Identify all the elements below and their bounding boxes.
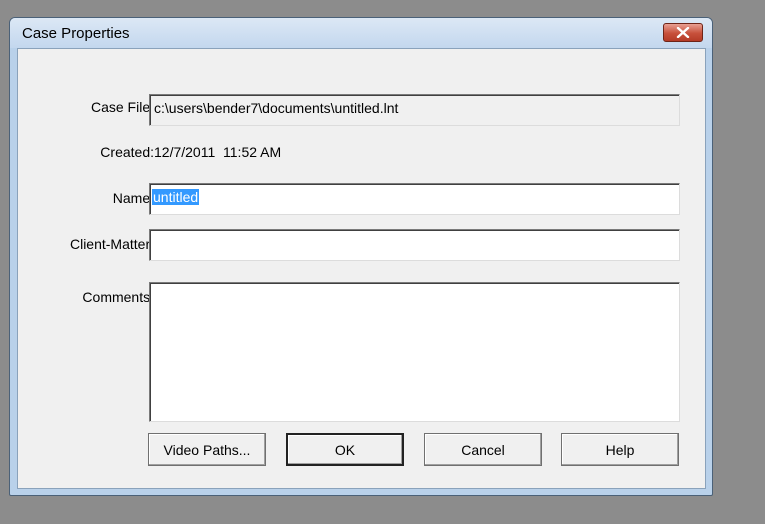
case-file-field: c:\users\bender7\documents\untitled.lnt	[149, 94, 680, 126]
cancel-button[interactable]: Cancel	[424, 433, 542, 466]
ok-button[interactable]: OK	[286, 433, 404, 466]
ok-label: OK	[334, 441, 356, 458]
created-value: 12/7/2011 11:52 AM	[154, 144, 282, 160]
client-matter-label: Client-Matter:	[69, 236, 154, 252]
case-file-label: Case File:	[90, 99, 154, 115]
video-paths-button[interactable]: Video Paths...	[148, 433, 266, 466]
client-matter-input[interactable]	[149, 229, 680, 261]
title-bar[interactable]: Case Properties	[10, 18, 712, 48]
case-file-value: c:\users\bender7\documents\untitled.lnt	[154, 100, 399, 116]
name-label: Name:	[112, 190, 154, 206]
close-x-icon	[676, 27, 690, 38]
case-properties-dialog: Case Properties Case File: c:\users\bend…	[9, 17, 713, 496]
close-button[interactable]	[663, 23, 703, 42]
help-label: Help	[605, 441, 635, 458]
video-paths-label: Video Paths...	[163, 441, 251, 458]
name-value: untitled	[152, 189, 200, 205]
cancel-label: Cancel	[461, 441, 505, 458]
name-input[interactable]: untitled	[149, 183, 680, 215]
window-title: Case Properties	[22, 25, 130, 42]
help-button[interactable]: Help	[561, 433, 679, 466]
comments-label: Comments:	[82, 289, 154, 305]
dialog-body: Case File: c:\users\bender7\documents\un…	[17, 48, 706, 489]
created-label: Created:	[100, 144, 154, 160]
comments-textarea[interactable]	[149, 282, 680, 422]
